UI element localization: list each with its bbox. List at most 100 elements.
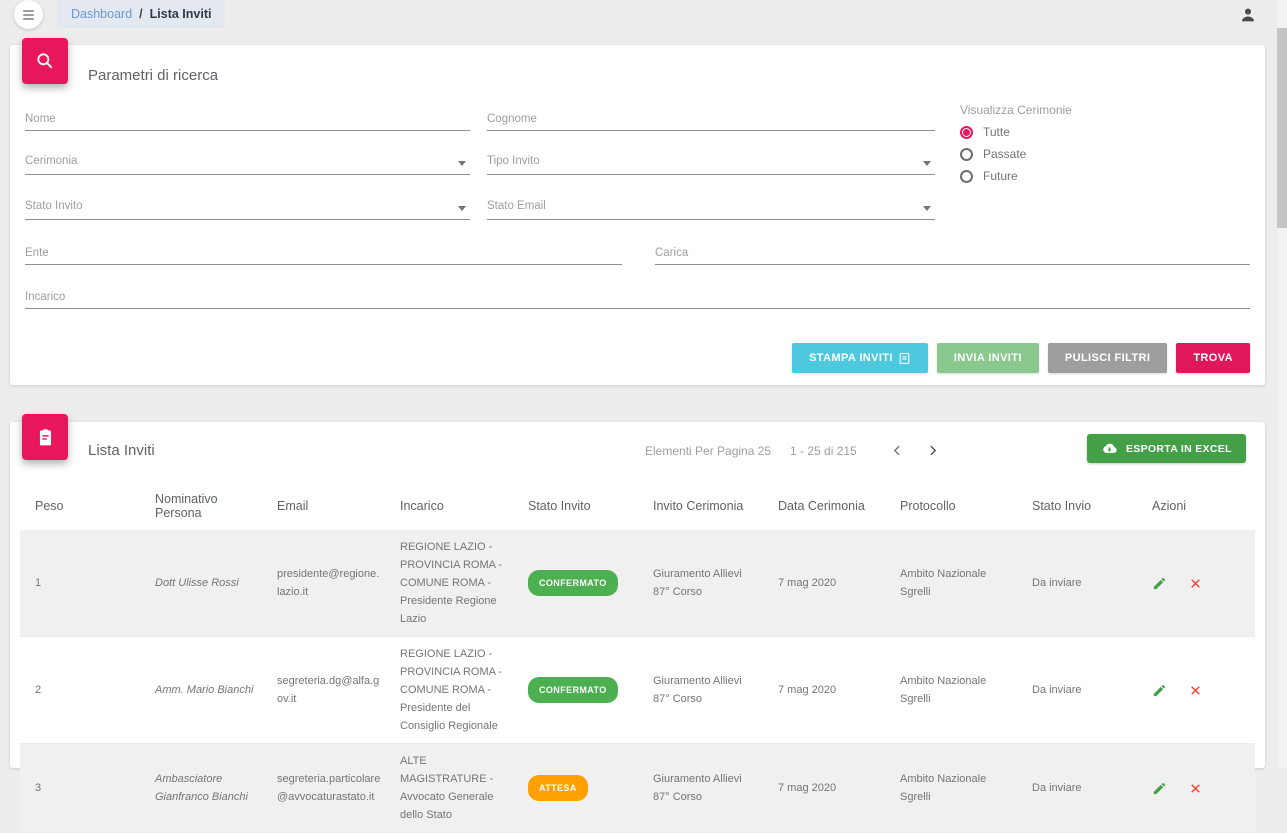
delete-row-button[interactable] — [1189, 684, 1202, 697]
stato-email-select[interactable]: Stato Email — [487, 196, 935, 220]
tipo-invito-select[interactable]: Tipo Invito — [487, 151, 935, 175]
breadcrumb-current: Lista Inviti — [150, 7, 212, 21]
incarico-input[interactable] — [25, 287, 1250, 307]
tipo-invito-select-label: Tipo Invito — [487, 155, 540, 167]
incarico-field[interactable] — [25, 285, 1250, 309]
close-icon — [1189, 684, 1202, 697]
search-actions: STAMPA INVITI INVIA INVITI PULISCI FILTR… — [792, 343, 1250, 373]
cell-incarico: REGIONE LAZIO - PROVINCIA ROMA - COMUNE … — [385, 530, 513, 637]
column-header-invito-cerimonia: Invito Cerimonia — [638, 480, 763, 530]
cell-data-cerimonia: 7 mag 2020 — [763, 744, 885, 833]
stato-invito-select[interactable]: Stato Invito — [25, 196, 470, 220]
cell-stato-invio: Da inviare — [1017, 530, 1137, 637]
cell-azioni — [1137, 637, 1255, 744]
pdf-document-icon — [898, 352, 911, 365]
cell-invito-cerimonia: Giuramento Allievi 87° Corso — [638, 530, 763, 637]
row-actions — [1152, 781, 1251, 796]
edit-row-button[interactable] — [1152, 781, 1167, 796]
pencil-icon — [1152, 781, 1167, 796]
cell-peso: 2 — [20, 637, 140, 744]
ente-input[interactable] — [25, 243, 622, 263]
cerimonia-select-label: Cerimonia — [25, 155, 77, 167]
chevron-down-icon — [458, 206, 466, 211]
cell-azioni — [1137, 744, 1255, 833]
esporta-in-excel-label: ESPORTA IN EXCEL — [1126, 443, 1232, 455]
radio-future[interactable]: Future — [960, 168, 1018, 184]
close-icon — [1189, 577, 1202, 590]
cell-email: segreteria.particolare@avvocaturastato.i… — [262, 744, 385, 833]
top-bar: Dashboard / Lista Inviti — [0, 0, 1287, 28]
cloud-download-icon — [1101, 441, 1118, 456]
search-parameters-card: Parametri di ricerca Cerimonia Tipo Invi… — [10, 45, 1265, 385]
stato-email-select-label: Stato Email — [487, 200, 546, 212]
cell-incarico: ALTE MAGISTRATURE - Avvocato Generale de… — [385, 744, 513, 833]
visualizza-cerimonie-label: Visualizza Cerimonie — [960, 103, 1072, 117]
list-card-fab[interactable] — [22, 414, 68, 460]
trova-button[interactable]: TROVA — [1176, 343, 1250, 373]
nome-input[interactable] — [25, 109, 470, 129]
radio-circle-icon — [960, 148, 973, 161]
radio-future-label: Future — [983, 169, 1018, 183]
cerimonia-select[interactable]: Cerimonia — [25, 151, 470, 175]
cell-nominativo: Dott Ulisse Rossi — [140, 530, 262, 637]
cell-email: segreteria.dg@alfa.gov.it — [262, 637, 385, 744]
carica-input[interactable] — [655, 243, 1250, 263]
next-page-button[interactable] — [923, 441, 941, 459]
column-header-azioni: Azioni — [1137, 480, 1255, 530]
carica-field[interactable] — [655, 241, 1250, 265]
delete-row-button[interactable] — [1189, 577, 1202, 590]
radio-tutte-label: Tutte — [983, 125, 1010, 139]
stampa-inviti-button[interactable]: STAMPA INVITI — [792, 343, 928, 373]
trova-label: TROVA — [1193, 352, 1233, 364]
row-actions — [1152, 576, 1251, 591]
column-header-stato-invio: Stato Invio — [1017, 480, 1137, 530]
edit-row-button[interactable] — [1152, 683, 1167, 698]
chevron-down-icon — [923, 161, 931, 166]
breadcrumb: Dashboard / Lista Inviti — [57, 0, 225, 28]
cell-stato-invio: Da inviare — [1017, 744, 1137, 833]
clipboard-icon — [36, 428, 55, 447]
previous-page-button[interactable] — [888, 441, 906, 459]
stato-invito-badge: CONFERMATO — [528, 570, 618, 596]
chevron-down-icon — [458, 161, 466, 166]
page-scrollbar-thumb[interactable] — [1277, 28, 1287, 228]
edit-row-button[interactable] — [1152, 576, 1167, 591]
stato-invito-badge: CONFERMATO — [528, 677, 618, 703]
page-scrollbar-track[interactable] — [1277, 0, 1287, 768]
search-card-title: Parametri di ricerca — [88, 67, 218, 84]
stato-invito-badge: ATTESA — [528, 775, 588, 801]
pagination-range: 1 - 25 di 215 — [790, 444, 857, 458]
column-header-nominativo-persona: Nominativo Persona — [140, 480, 262, 530]
cell-invito-cerimonia: Giuramento Allievi 87° Corso — [638, 637, 763, 744]
pulisci-filtri-label: PULISCI FILTRI — [1065, 352, 1150, 364]
radio-circle-icon — [960, 170, 973, 183]
cell-invito-cerimonia: Giuramento Allievi 87° Corso — [638, 744, 763, 833]
nome-field[interactable] — [25, 107, 470, 131]
per-page-label[interactable]: Elementi Per Pagina 25 — [645, 444, 771, 458]
radio-passate[interactable]: Passate — [960, 146, 1026, 162]
pulisci-filtri-button[interactable]: PULISCI FILTRI — [1048, 343, 1167, 373]
invia-inviti-button[interactable]: INVIA INVITI — [937, 343, 1039, 373]
delete-row-button[interactable] — [1189, 782, 1202, 795]
user-menu-button[interactable] — [1239, 6, 1257, 24]
stampa-inviti-label: STAMPA INVITI — [809, 352, 893, 364]
table-header: PesoNominativo PersonaEmailIncaricoStato… — [20, 480, 1255, 530]
cell-peso: 1 — [20, 530, 140, 637]
invitations-table: PesoNominativo PersonaEmailIncaricoStato… — [20, 480, 1255, 833]
breadcrumb-separator: / — [139, 7, 142, 21]
ente-field[interactable] — [25, 241, 622, 265]
column-header-protocollo: Protocollo — [885, 480, 1017, 530]
table-row: 2Amm. Mario Bianchisegreteria.dg@alfa.go… — [20, 637, 1255, 744]
radio-circle-icon — [960, 126, 973, 139]
esporta-in-excel-button[interactable]: ESPORTA IN EXCEL — [1087, 434, 1246, 463]
breadcrumb-dashboard-link[interactable]: Dashboard — [71, 7, 132, 21]
cognome-input[interactable] — [487, 109, 935, 129]
search-card-fab[interactable] — [22, 38, 68, 84]
cell-incarico: REGIONE LAZIO - PROVINCIA ROMA - COMUNE … — [385, 637, 513, 744]
column-header-incarico: Incarico — [385, 480, 513, 530]
cell-nominativo: Amm. Mario Bianchi — [140, 637, 262, 744]
cell-email: presidente@regione.lazio.it — [262, 530, 385, 637]
radio-tutte[interactable]: Tutte — [960, 124, 1010, 140]
menu-button[interactable] — [14, 0, 43, 29]
cognome-field[interactable] — [487, 107, 935, 131]
